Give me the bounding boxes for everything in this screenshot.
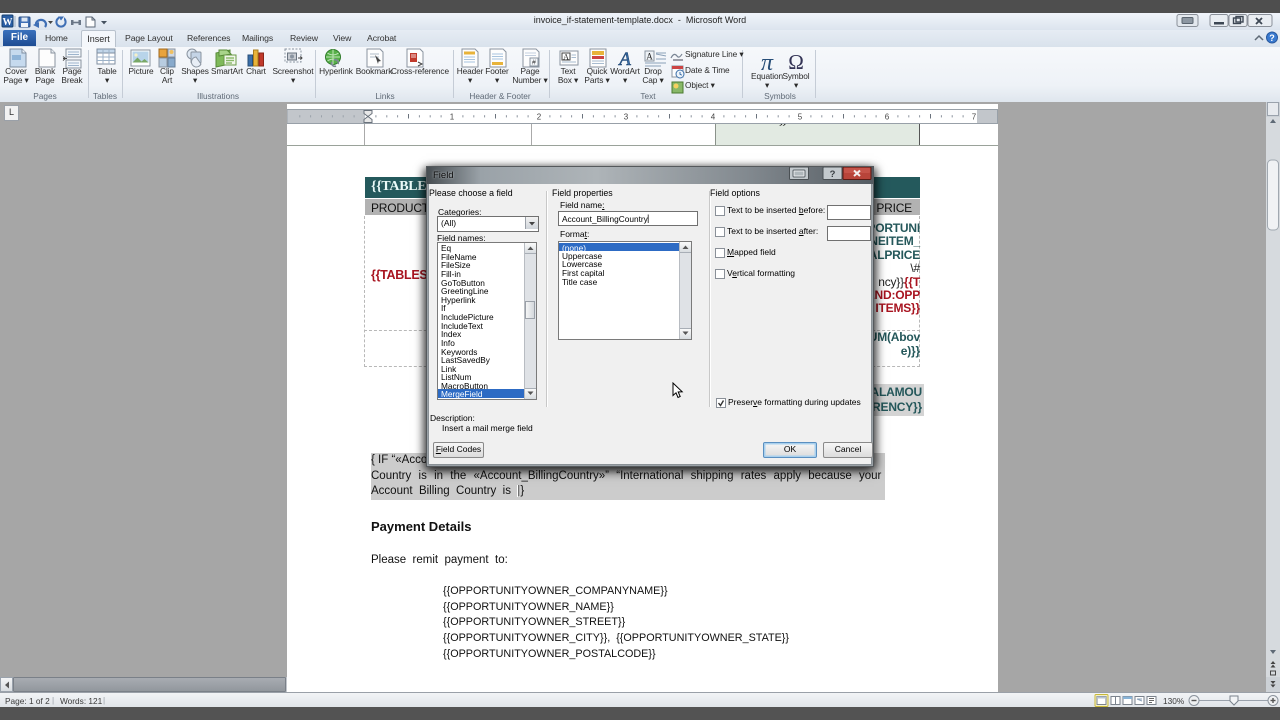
- svg-text:4: 4: [711, 113, 716, 122]
- svg-text:1: 1: [450, 113, 455, 122]
- svg-text:2: 2: [537, 113, 542, 122]
- svg-text:?: ?: [830, 169, 836, 180]
- svg-text:5: 5: [798, 113, 803, 122]
- svg-text:A: A: [646, 52, 653, 62]
- svg-text:3: 3: [624, 113, 629, 122]
- svg-text:6: 6: [885, 113, 890, 122]
- svg-text:A: A: [563, 53, 569, 62]
- svg-text:7: 7: [972, 113, 977, 122]
- svg-text:W: W: [3, 17, 13, 28]
- svg-text:?: ?: [1269, 33, 1275, 43]
